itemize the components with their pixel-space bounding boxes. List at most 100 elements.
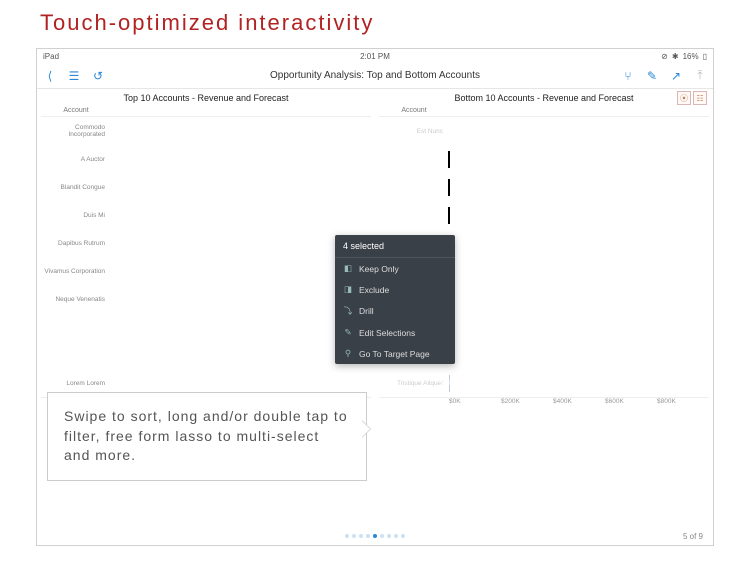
- popover-item-label: Exclude: [359, 285, 389, 295]
- popover-item-icon: ◧: [343, 263, 353, 274]
- feature-caption: Swipe to sort, long and/or double tap to…: [47, 392, 367, 481]
- page-dot[interactable]: [352, 534, 356, 538]
- comment-button[interactable]: ✎: [645, 69, 659, 83]
- bar[interactable]: $4M$2M: [111, 263, 371, 280]
- bar[interactable]: $480K: [449, 263, 709, 280]
- battery-icon: ▯: [703, 52, 707, 61]
- bar[interactable]: [449, 123, 709, 140]
- row-label: Commodo Incorporated: [41, 124, 111, 138]
- bar[interactable]: $5M$1M: [111, 179, 371, 196]
- bar[interactable]: $450K: [449, 179, 709, 196]
- bar[interactable]: $400K: [449, 151, 709, 168]
- bar[interactable]: $4M$1M: [111, 291, 371, 308]
- bar[interactable]: $520K: [449, 319, 709, 336]
- charts-container: Top 10 Accounts - Revenue and Forecast A…: [37, 89, 713, 527]
- table-row[interactable]: $450K: [379, 173, 709, 201]
- page-dot[interactable]: [401, 534, 405, 538]
- page-dot[interactable]: [366, 534, 370, 538]
- clock: 2:01 PM: [360, 52, 390, 61]
- table-row[interactable]: A Auctor$5M$1M: [41, 145, 371, 173]
- page-dot[interactable]: [359, 534, 363, 538]
- app-navbar: ⟨ ☰ ↺ Opportunity Analysis: Top and Bott…: [37, 63, 713, 89]
- table-row[interactable]: $400K: [379, 145, 709, 173]
- page-dot[interactable]: [345, 534, 349, 538]
- view-toggle: ⦿ ☷: [677, 91, 707, 105]
- footer: 5 of 9: [37, 527, 713, 545]
- popover-item-label: Edit Selections: [359, 328, 415, 338]
- bar[interactable]: $550K: [449, 375, 709, 392]
- table-row[interactable]: Dapibus Rutrum$4M: [41, 229, 371, 257]
- bars-top10[interactable]: Commodo Incorporated$6M$2MA Auctor$5M$1M…: [41, 117, 371, 397]
- popover-item-label: Drill: [359, 306, 374, 316]
- chart-title: Top 10 Accounts - Revenue and Forecast: [41, 93, 371, 103]
- share-button[interactable]: ↗: [669, 69, 683, 83]
- axis-tick: $0K: [449, 398, 501, 405]
- bar[interactable]: $5M$1M: [111, 151, 371, 168]
- row-label: Duis Mi: [41, 212, 111, 219]
- bar[interactable]: [111, 347, 371, 364]
- column-header-account[interactable]: Account: [379, 105, 449, 116]
- list-button[interactable]: ☰: [67, 69, 81, 83]
- collapse-button[interactable]: ⤒: [693, 69, 707, 83]
- table-row[interactable]: [41, 341, 371, 369]
- table-row[interactable]: Neque Venenatis$4M$1M: [41, 285, 371, 313]
- popover-item[interactable]: ⤵ Drill: [335, 300, 455, 322]
- table-row[interactable]: [41, 313, 371, 341]
- bar[interactable]: $500K: [449, 291, 709, 308]
- row-label: Est Nunc: [379, 128, 449, 135]
- row-label: Neque Venenatis: [41, 296, 111, 303]
- popover-item-label: Keep Only: [359, 264, 399, 274]
- popover-header: 4 selected: [335, 235, 455, 258]
- table-row[interactable]: Duis Mi$5M$1M: [41, 201, 371, 229]
- bar[interactable]: $5M$1M: [111, 207, 371, 224]
- orientation-lock-icon: ⊘: [661, 52, 668, 61]
- back-button[interactable]: ⟨: [43, 69, 57, 83]
- popover-item-icon: ⤵: [343, 305, 353, 317]
- page-counter: 5 of 9: [683, 532, 703, 541]
- table-row[interactable]: Blandit Congue$5M$1M: [41, 173, 371, 201]
- axis-tick: $200K: [501, 398, 553, 405]
- popover-item[interactable]: ⚲Go To Target Page: [335, 343, 455, 364]
- axis-tick: $800K: [657, 398, 709, 405]
- device-label: iPad: [43, 52, 59, 61]
- row-label: Lorem Lorem: [41, 380, 111, 387]
- popover-item-icon: ⚲: [343, 348, 353, 359]
- view-toggle-table[interactable]: ☷: [693, 91, 707, 105]
- table-row[interactable]: $500K: [379, 201, 709, 229]
- page-dots[interactable]: [345, 534, 405, 538]
- bluetooth-icon: ✱: [672, 52, 679, 61]
- battery-text: 16%: [683, 52, 699, 61]
- table-row[interactable]: Tristique Aliquet$550K: [379, 369, 709, 397]
- page-dot[interactable]: [380, 534, 384, 538]
- bar[interactable]: $540K: [449, 347, 709, 364]
- history-button[interactable]: ↺: [91, 69, 105, 83]
- table-row[interactable]: Commodo Incorporated$6M$2M: [41, 117, 371, 145]
- bar[interactable]: $500K: [449, 207, 709, 224]
- popover-item[interactable]: ◨ Exclude: [335, 279, 455, 300]
- popover-item[interactable]: ✎Edit Selections: [335, 322, 455, 343]
- row-label: Blandit Congue: [41, 184, 111, 191]
- row-label: A Auctor: [41, 156, 111, 163]
- axis-tick: $600K: [605, 398, 657, 405]
- bar[interactable]: $6M$2M: [111, 123, 371, 140]
- chart-title: Bottom 10 Accounts - Revenue and Forecas…: [379, 93, 709, 103]
- column-header-account[interactable]: Account: [41, 105, 111, 116]
- page-dot[interactable]: [373, 534, 377, 538]
- bar[interactable]: $470K: [449, 235, 709, 252]
- popover-item-icon: ◨: [343, 284, 353, 295]
- tablet-frame: iPad 2:01 PM ⊘ ✱ 16% ▯ ⟨ ☰ ↺ Opportunity…: [36, 48, 714, 546]
- page-dot[interactable]: [394, 534, 398, 538]
- popover-item[interactable]: ◧ Keep Only: [335, 258, 455, 279]
- axis-tick: $400K: [553, 398, 605, 405]
- table-row[interactable]: Est Nunc: [379, 117, 709, 145]
- bar[interactable]: [111, 319, 371, 336]
- view-toggle-chart[interactable]: ⦿: [677, 91, 691, 105]
- row-label: Tristique Aliquet: [379, 380, 449, 387]
- bar[interactable]: $3M$1M: [111, 375, 371, 392]
- page-dot[interactable]: [387, 534, 391, 538]
- bar[interactable]: $4M: [111, 235, 371, 252]
- row-label: Dapibus Rutrum: [41, 240, 111, 247]
- selection-popover: 4 selected ◧ Keep Only ◨ Exclude ⤵ Drill ✎Edit…: [335, 235, 455, 364]
- table-row[interactable]: Vivamus Corporation$4M$2M: [41, 257, 371, 285]
- filter-button[interactable]: ⑂: [621, 69, 635, 83]
